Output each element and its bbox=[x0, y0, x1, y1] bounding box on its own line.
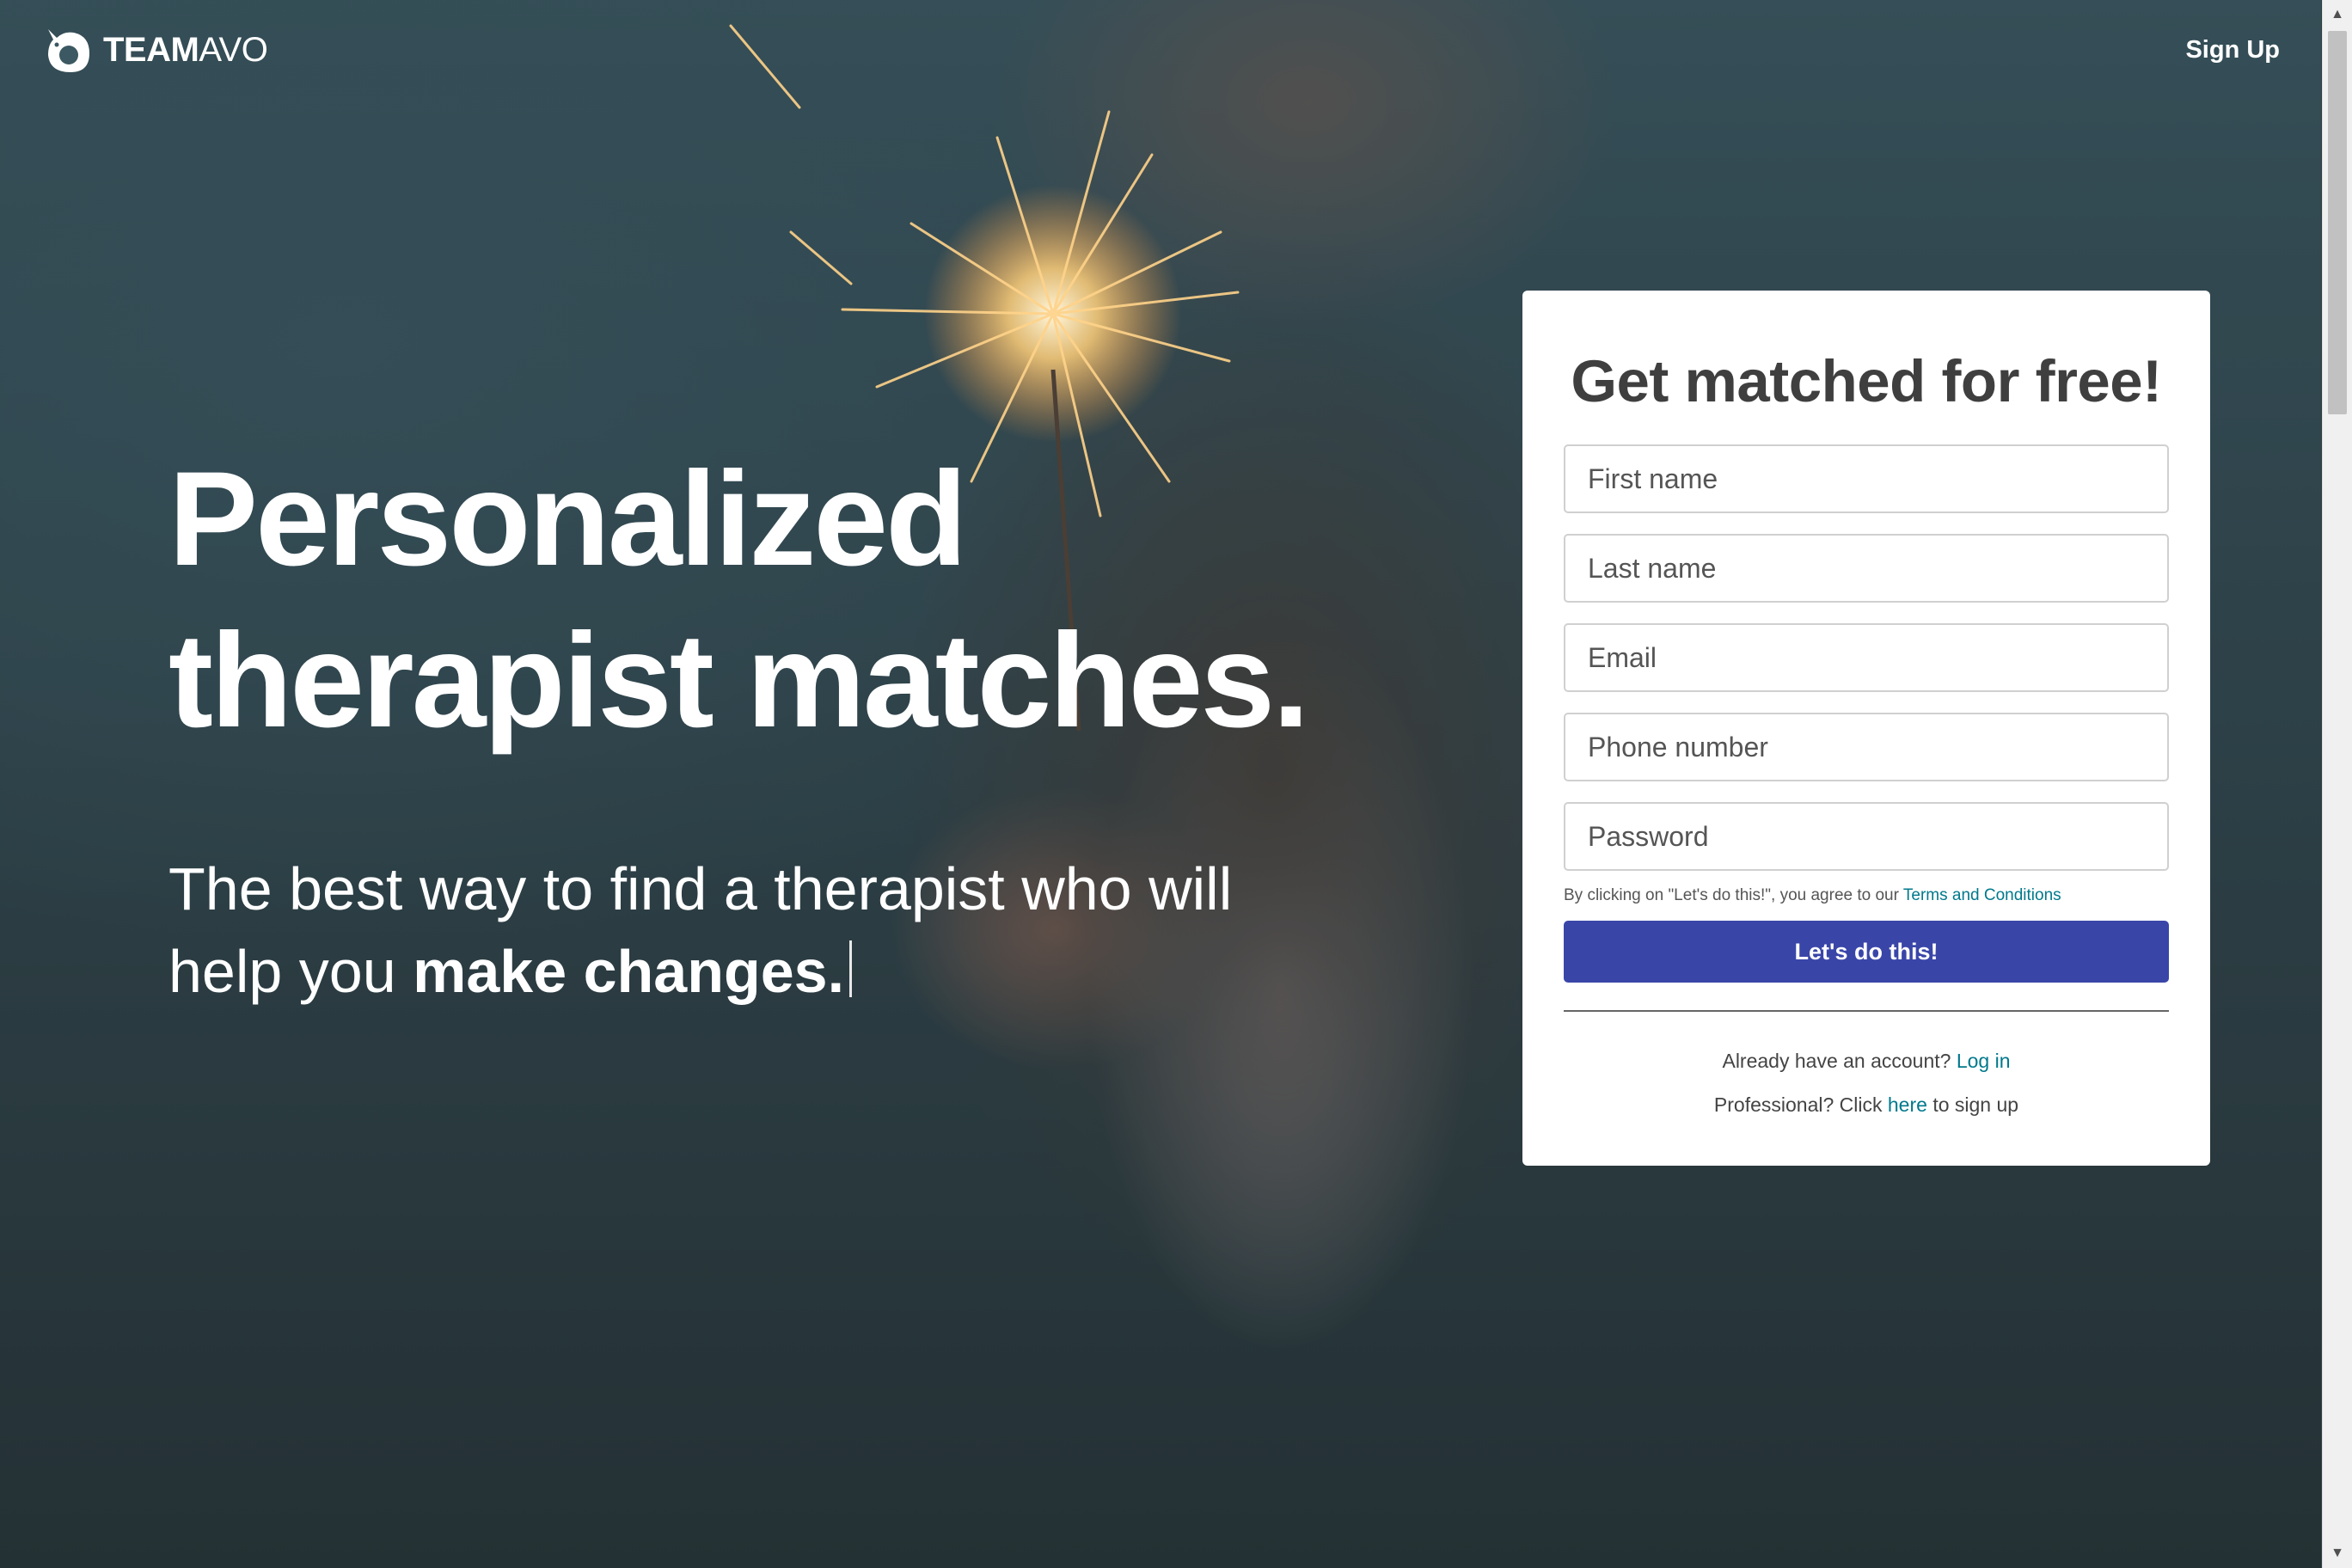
last-name-input[interactable] bbox=[1564, 534, 2169, 603]
headline-line-2: therapist matches. bbox=[168, 606, 1309, 756]
login-link[interactable]: Log in bbox=[1957, 1050, 2011, 1072]
hero-subline: The best way to find a therapist who wil… bbox=[168, 848, 1329, 1013]
form-footer: Already have an account? Log in Professi… bbox=[1564, 1039, 2169, 1127]
professional-suffix: to sign up bbox=[1926, 1093, 2019, 1116]
phone-input[interactable] bbox=[1564, 713, 2169, 781]
signup-card: Get matched for free! By clicking on "Le… bbox=[1522, 291, 2210, 1166]
hero: Personalized therapist matches. The best… bbox=[168, 438, 1329, 1013]
submit-button[interactable]: Let's do this! bbox=[1564, 921, 2169, 983]
vertical-scrollbar[interactable]: ▲ ▼ bbox=[2322, 0, 2352, 1568]
password-input[interactable] bbox=[1564, 802, 2169, 871]
scroll-up-arrow-icon[interactable]: ▲ bbox=[2323, 0, 2352, 29]
login-line: Already have an account? Log in bbox=[1564, 1039, 2169, 1083]
email-input[interactable] bbox=[1564, 623, 2169, 692]
sign-up-link[interactable]: Sign Up bbox=[2185, 36, 2280, 64]
professional-text: Professional? Click bbox=[1713, 1093, 1888, 1116]
login-text: Already have an account? bbox=[1722, 1050, 1957, 1072]
professional-line: Professional? Click here to sign up bbox=[1564, 1083, 2169, 1127]
divider bbox=[1564, 1010, 2169, 1012]
terms-text: By clicking on "Let's do this!", you agr… bbox=[1564, 886, 1903, 904]
form-title: Get matched for free! bbox=[1571, 348, 2162, 414]
subline-bold: make changes. bbox=[413, 938, 845, 1005]
form-fields bbox=[1564, 444, 2169, 871]
terms-link[interactable]: Terms and Conditions bbox=[1903, 886, 2061, 904]
avocado-bird-icon bbox=[48, 29, 89, 72]
text-cursor bbox=[849, 940, 853, 997]
scroll-down-arrow-icon[interactable]: ▼ bbox=[2323, 1539, 2352, 1568]
scroll-thumb[interactable] bbox=[2328, 31, 2347, 414]
professional-signup-link[interactable]: here bbox=[1888, 1093, 1927, 1116]
headline-line-1: Personalized bbox=[168, 444, 967, 594]
logo-text: TEAMAVO bbox=[103, 30, 268, 69]
logo[interactable]: TEAMAVO bbox=[40, 22, 268, 77]
hero-headline: Personalized therapist matches. bbox=[168, 438, 1329, 762]
terms-notice: By clicking on "Let's do this!", you agr… bbox=[1564, 886, 2169, 905]
first-name-input[interactable] bbox=[1564, 444, 2169, 513]
